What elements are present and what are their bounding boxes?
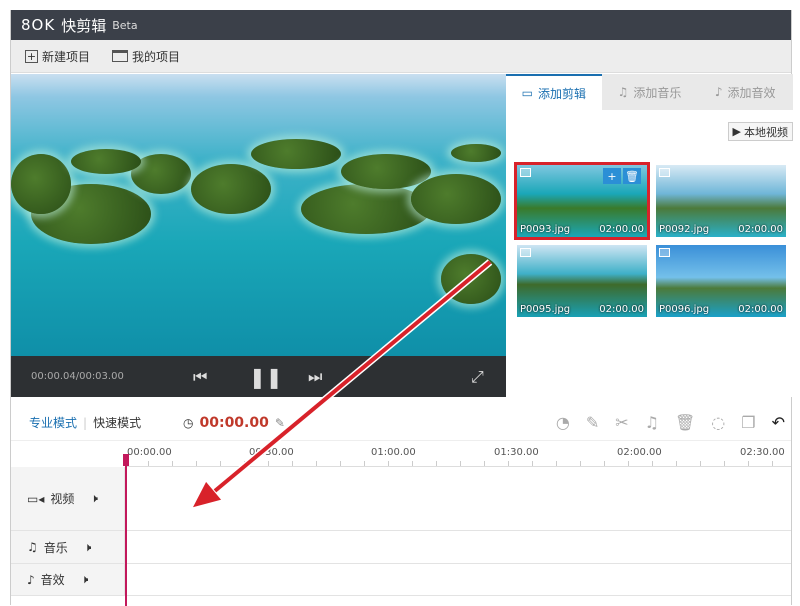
scissors-icon[interactable]: ✂ xyxy=(615,413,628,432)
beta-badge: Beta xyxy=(112,18,138,32)
track-label: 音效 xyxy=(40,573,65,587)
app-logo: 8OK xyxy=(21,16,56,34)
tab-add-sound[interactable]: ♪ 添加音效 xyxy=(697,74,793,110)
speed-icon[interactable]: ◔ xyxy=(556,413,570,432)
player-controls: 00:00.04/00:03.00 ⏮ ❚❚ ⏭ ⤢ xyxy=(11,356,506,397)
local-video-button[interactable]: ▶ 本地视频 xyxy=(727,122,793,141)
copy-icon[interactable]: ❐ xyxy=(741,413,755,432)
video-preview[interactable] xyxy=(11,74,506,356)
video-icon: ▭◂ xyxy=(27,491,45,506)
clip-name: P0093.jpg xyxy=(520,224,571,235)
bell-icon[interactable]: ♫ xyxy=(645,413,659,432)
tab-label: 添加剪辑 xyxy=(538,86,587,101)
next-icon[interactable]: ⏭ xyxy=(308,367,322,387)
previous-icon[interactable]: ⏮ xyxy=(193,367,207,387)
ruler-tick: 02:00.00 xyxy=(617,447,662,458)
clip-duration: 02:00.00 xyxy=(738,224,783,235)
timeline-ruler[interactable]: 00:00.00 00:30.00 01:00.00 01:30.00 02:0… xyxy=(125,442,791,467)
folder-icon xyxy=(112,50,129,62)
panel-tabs: ▭ 添加剪辑 ♫ 添加音乐 ♪ 添加音效 xyxy=(506,74,793,110)
pencil-icon[interactable]: ✎ xyxy=(586,413,599,432)
my-projects-label: 我的项目 xyxy=(132,49,181,64)
tab-label: 添加音乐 xyxy=(633,85,682,100)
tab-add-music[interactable]: ♫ 添加音乐 xyxy=(602,74,698,110)
playback-time: 00:00.04/00:03.00 xyxy=(31,371,124,382)
media-panel: ▭ 添加剪辑 ♫ 添加音乐 ♪ 添加音效 ▶ 本地视频 + 🗑 P0093.jpg 02:0… xyxy=(506,74,793,397)
clip-duration: 02:00.00 xyxy=(738,304,783,315)
app-name: 快剪辑 xyxy=(61,16,107,35)
music-track[interactable]: ♫ 音乐 🕨 xyxy=(11,531,791,564)
trash-icon[interactable]: 🗑 xyxy=(675,413,695,432)
divider: | xyxy=(83,415,88,430)
clip-thumbnail[interactable]: P0096.jpg 02:00.00 xyxy=(656,245,786,317)
image-icon xyxy=(659,248,670,257)
loading-icon[interactable]: ◌ xyxy=(711,413,725,432)
sound-effect-icon: ♪ xyxy=(27,572,35,587)
video-track[interactable]: ▭◂ 视频 🕨 xyxy=(11,467,791,531)
clip-thumbnail[interactable]: P0095.jpg 02:00.00 xyxy=(517,245,647,317)
plus-box-icon: + xyxy=(25,49,38,63)
clock-icon: ◷ xyxy=(183,415,194,430)
ruler-tick: 02:30.00 xyxy=(740,447,785,458)
ruler-tick: 00:30.00 xyxy=(249,447,294,458)
clip-name: P0096.jpg xyxy=(659,304,710,315)
timeline-toolbar: 专业模式 | 快速模式 ◷ 00:00.00 ✎ ◔ ✎ ✂ ♫ 🗑 ◌ ❐ ↶ xyxy=(11,405,791,441)
new-project-label: 新建项目 xyxy=(42,49,91,64)
playhead-handle[interactable] xyxy=(123,454,129,466)
image-icon xyxy=(520,168,531,177)
image-icon xyxy=(520,248,531,257)
play-box-icon: ▶ xyxy=(732,125,741,138)
clip-name: P0092.jpg xyxy=(659,224,710,235)
volume-icon[interactable]: 🕨 xyxy=(90,491,98,506)
pause-icon[interactable]: ❚❚ xyxy=(249,365,283,389)
volume-icon[interactable]: 🕨 xyxy=(81,572,89,587)
music-icon: ♫ xyxy=(617,85,629,99)
clip-thumbnail[interactable]: P0092.jpg 02:00.00 xyxy=(656,165,786,237)
fullscreen-icon[interactable]: ⤢ xyxy=(471,367,484,387)
timecode: 00:00.00 xyxy=(199,414,269,431)
music-icon: ♫ xyxy=(27,540,38,554)
main-toolbar: + 新建项目 我的项目 xyxy=(11,40,791,73)
video-icon: ▭ xyxy=(521,86,533,100)
sound-track[interactable]: ♪ 音效 🕨 xyxy=(11,564,791,596)
clip-duration: 02:00.00 xyxy=(599,304,644,315)
clip-thumbnail[interactable]: + 🗑 P0093.jpg 02:00.00 xyxy=(514,162,650,240)
clip-duration: 02:00.00 xyxy=(599,224,644,235)
track-label: 视频 xyxy=(50,492,75,506)
sound-effect-icon: ♪ xyxy=(714,85,723,99)
ruler-tick: 00:00.00 xyxy=(127,447,172,458)
my-projects-button[interactable]: 我的项目 xyxy=(112,48,180,65)
ruler-tick: 01:30.00 xyxy=(494,447,539,458)
undo-icon[interactable]: ↶ xyxy=(772,413,785,432)
title-bar: 8OK 快剪辑 Beta xyxy=(11,10,791,40)
tab-label: 添加音效 xyxy=(727,85,776,100)
pro-mode-tab[interactable]: 专业模式 xyxy=(29,414,77,431)
image-icon xyxy=(659,168,670,177)
quick-mode-tab[interactable]: 快速模式 xyxy=(93,414,141,431)
delete-icon[interactable]: 🗑 xyxy=(623,168,641,184)
new-project-button[interactable]: + 新建项目 xyxy=(25,48,90,65)
add-icon[interactable]: + xyxy=(603,168,621,184)
tab-add-clip[interactable]: ▭ 添加剪辑 xyxy=(506,74,602,110)
edit-icon[interactable]: ✎ xyxy=(275,416,285,430)
local-video-label: 本地视频 xyxy=(744,125,788,139)
playhead[interactable] xyxy=(125,456,127,606)
clip-name: P0095.jpg xyxy=(520,304,571,315)
ruler-tick: 01:00.00 xyxy=(371,447,416,458)
volume-icon[interactable]: 🕨 xyxy=(84,540,92,555)
track-label: 音乐 xyxy=(43,540,68,555)
app-window: 8OK 快剪辑 Beta + 新建项目 我的项目 00:00.04/00:03.0… xyxy=(10,10,793,606)
